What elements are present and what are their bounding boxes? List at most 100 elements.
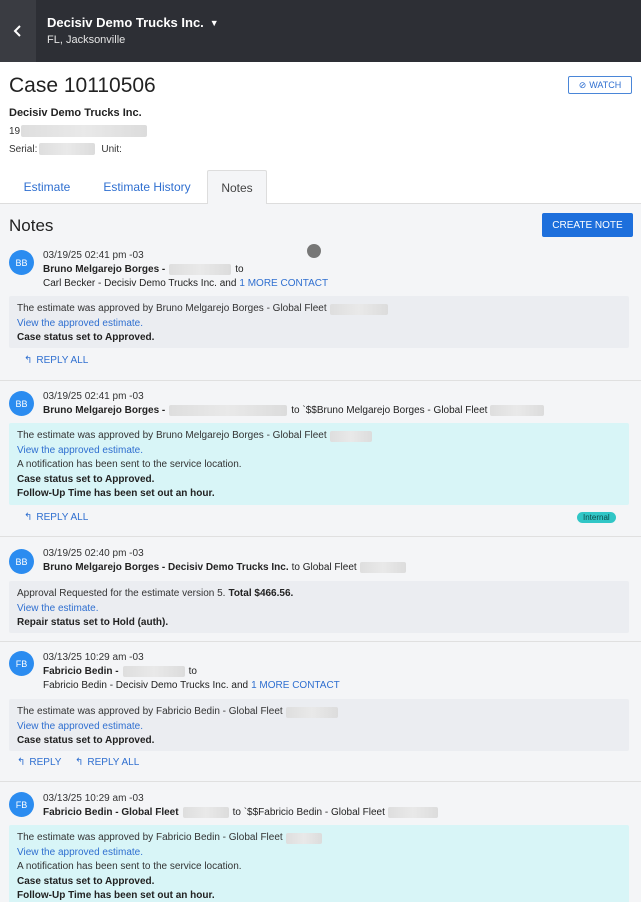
case-company: Decisiv Demo Trucks Inc.: [9, 107, 142, 119]
reply-all-button[interactable]: ↰ REPLY ALL: [24, 512, 88, 523]
redacted-vin: [21, 125, 148, 137]
internal-badge: Internal: [577, 512, 616, 523]
note-author-line: Fabricio Bedin - Global Fleet to `$$Fabr…: [43, 807, 438, 818]
tab-estimate-history[interactable]: Estimate History: [90, 170, 204, 204]
chevron-left-icon: [13, 25, 21, 37]
note-body: The estimate was approved by Bruno Melga…: [9, 423, 629, 505]
redacted-text: [329, 430, 372, 442]
reply-all-icon: ↰: [75, 757, 84, 768]
company-name: Decisiv Demo Trucks Inc.: [47, 15, 204, 30]
note-to: to: [235, 264, 244, 275]
note-date: 03/13/25 10:29 am -03: [43, 793, 144, 804]
note-body: The estimate was approved by Fabricio Be…: [9, 825, 629, 902]
note-recipients-line: Fabricio Bedin - Decisiv Demo Trucks Inc…: [43, 680, 340, 691]
redacted-email: [182, 807, 229, 818]
note-recipients: Carl Becker - Decisiv Demo Trucks Inc. a…: [43, 278, 237, 289]
notes-panel: Notes CREATE NOTE BB 03/19/25 02:41 pm -…: [0, 204, 641, 902]
divider: [0, 781, 641, 782]
create-note-button[interactable]: CREATE NOTE: [542, 213, 633, 237]
reply-all-icon: ↰: [24, 355, 33, 366]
note-status: Case status set to Approved.: [17, 473, 155, 485]
note-line: A notification has been sent to the serv…: [17, 861, 242, 872]
reply-all-button[interactable]: ↰ REPLY ALL: [24, 355, 88, 366]
note-author: Fabricio Bedin - Global Fleet: [43, 807, 179, 818]
view-estimate-link[interactable]: View the approved estimate.: [17, 720, 621, 735]
avatar: FB: [9, 792, 34, 817]
avatar: BB: [9, 391, 34, 416]
note-to: to `$$Fabricio Bedin - Global Fleet: [232, 807, 385, 818]
note-line: Approval Requested for the estimate vers…: [17, 588, 294, 599]
view-estimate-link[interactable]: View the approved estimate.: [17, 846, 621, 861]
view-estimate-link[interactable]: View the approved estimate.: [17, 444, 621, 459]
redacted-text: [285, 832, 322, 844]
note-body: The estimate was approved by Fabricio Be…: [9, 699, 629, 751]
divider: [0, 536, 641, 537]
redacted-email: [122, 666, 185, 677]
redacted-text: [359, 562, 406, 573]
redacted-text: [285, 706, 338, 718]
avatar: BB: [9, 549, 34, 574]
view-estimate-link[interactable]: View the estimate.: [17, 602, 621, 617]
redacted-text: [490, 405, 545, 416]
serial-row: Serial: Unit:: [9, 143, 122, 155]
note-line: The estimate was approved by Bruno Melga…: [17, 302, 621, 317]
note-author: Fabricio Bedin -: [43, 666, 119, 677]
note-author-line: Bruno Melgarejo Borges - to `$$Bruno Mel…: [43, 405, 545, 416]
case-title: Case 10110506: [9, 74, 156, 97]
note-author: Bruno Melgarejo Borges -: [43, 405, 166, 416]
company-switcher[interactable]: Decisiv Demo Trucks Inc. ▼: [47, 15, 219, 30]
note-status: Case status set to Approved.: [17, 875, 155, 887]
caret-down-icon: ▼: [209, 17, 219, 28]
note-line: The estimate was approved by Fabricio Be…: [17, 831, 621, 846]
loading-indicator: [307, 244, 321, 258]
note-author-line: Bruno Melgarejo Borges - Decisiv Demo Tr…: [43, 562, 406, 573]
unit-label: Unit:: [101, 143, 122, 155]
redacted-email: [169, 405, 288, 416]
tab-bar: Estimate Estimate History Notes: [0, 170, 641, 205]
note-status: Follow-Up Time has been set out an hour.: [17, 890, 215, 901]
serial-label: Serial:: [9, 143, 38, 155]
reply-icon: ↰: [17, 757, 26, 768]
reply-all-icon: ↰: [24, 512, 33, 523]
note-date: 03/19/25 02:41 pm -03: [43, 391, 144, 402]
note-date: 03/13/25 10:29 am -03: [43, 652, 144, 663]
note-author-line: Fabricio Bedin - to: [43, 666, 197, 677]
note-status: Case status set to Approved.: [17, 735, 155, 746]
note-status: Repair status set to Hold (auth).: [17, 617, 169, 628]
note-line: The estimate was approved by Bruno Melga…: [17, 429, 621, 444]
reply-button[interactable]: ↰ REPLY: [17, 757, 61, 768]
redacted-serial: [39, 143, 96, 155]
note-to: to `$$Bruno Melgarejo Borges - Global Fl…: [291, 405, 488, 416]
view-estimate-link[interactable]: View the approved estimate.: [17, 317, 621, 332]
divider: [0, 380, 641, 381]
redacted-text: [329, 303, 388, 315]
note-date: 03/19/25 02:41 pm -03: [43, 250, 144, 261]
note-date: 03/19/25 02:40 pm -03: [43, 548, 144, 559]
note-to: to: [188, 666, 197, 677]
eye-slash-icon: ⊘: [578, 79, 587, 90]
note-recipients-line: Carl Becker - Decisiv Demo Trucks Inc. a…: [43, 278, 328, 289]
more-contacts-link[interactable]: 1 MORE CONTACT: [251, 680, 340, 691]
redacted-text: [387, 807, 438, 818]
tab-notes[interactable]: Notes: [207, 170, 267, 205]
back-button[interactable]: [0, 0, 36, 62]
note-author: Bruno Melgarejo Borges - Decisiv Demo Tr…: [43, 562, 289, 573]
notes-title: Notes: [9, 216, 54, 235]
note-body: Approval Requested for the estimate vers…: [9, 581, 629, 633]
more-contacts-link[interactable]: 1 MORE CONTACT: [239, 278, 328, 289]
redacted-email: [169, 264, 232, 275]
note-author: Bruno Melgarejo Borges -: [43, 264, 166, 275]
note-recipients: Fabricio Bedin - Decisiv Demo Trucks Inc…: [43, 680, 249, 691]
note-status: Case status set to Approved.: [17, 332, 155, 343]
watch-button[interactable]: ⊘ WATCH: [568, 76, 632, 94]
reply-all-button[interactable]: ↰ REPLY ALL: [75, 757, 139, 768]
note-to: to Global Fleet: [291, 562, 357, 573]
avatar: BB: [9, 250, 34, 275]
vin-prefix: 19: [9, 125, 21, 137]
vin-row: 19: [9, 125, 148, 137]
tab-estimate[interactable]: Estimate: [9, 170, 85, 204]
note-line: The estimate was approved by Fabricio Be…: [17, 705, 621, 720]
divider: [0, 641, 641, 642]
note-body: The estimate was approved by Bruno Melga…: [9, 296, 629, 348]
company-location: FL, Jacksonville: [47, 34, 126, 46]
